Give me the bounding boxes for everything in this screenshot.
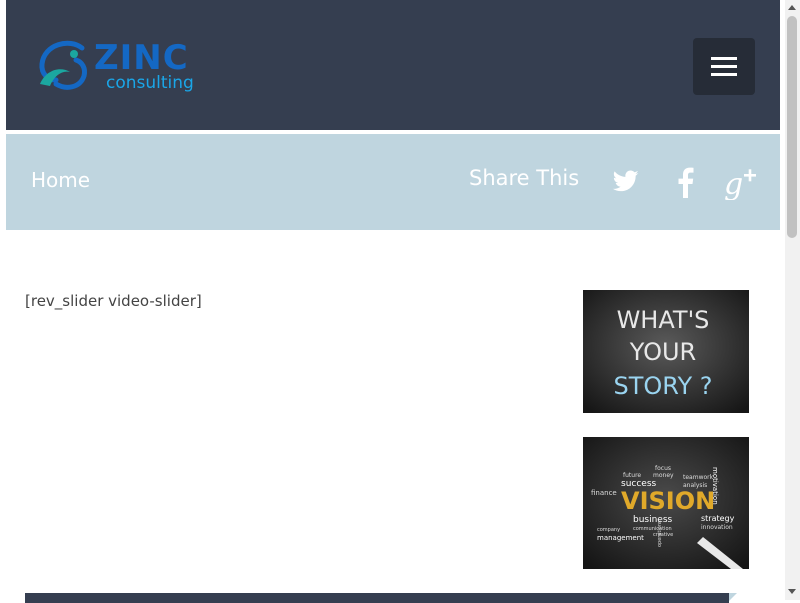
logo-title: ZINC — [94, 38, 189, 78]
scroll-down-arrow-icon[interactable] — [788, 589, 796, 594]
vertical-scrollbar[interactable] — [785, 0, 800, 600]
breadcrumb-home-link[interactable]: Home — [31, 168, 90, 192]
svg-text:teamwork: teamwork — [683, 474, 714, 481]
whats-your-story-image: WHAT'S YOUR STORY ? — [583, 290, 749, 413]
svg-text:operations: operations — [657, 520, 663, 547]
content-bottom-bar — [25, 593, 729, 603]
svg-text:STORY ?: STORY ? — [614, 372, 713, 400]
scroll-up-arrow-icon[interactable] — [788, 5, 796, 10]
svg-text:YOUR: YOUR — [629, 338, 696, 366]
svg-text:business: business — [633, 515, 673, 525]
svg-text:management: management — [597, 534, 644, 542]
svg-text:innovation: innovation — [701, 524, 733, 531]
vision-word-cloud-image: focus future money teamwork analysis suc… — [583, 437, 749, 569]
zinc-consulting-logo[interactable]: ZINC consulting — [36, 38, 206, 96]
vision-thumbnail[interactable]: focus future money teamwork analysis suc… — [583, 437, 749, 569]
breadcrumb-share-bar: Home Share This g — [6, 134, 780, 230]
twitter-icon[interactable] — [611, 168, 641, 194]
svg-text:finance: finance — [591, 489, 617, 497]
svg-text:focus: focus — [655, 465, 671, 472]
logo-tagline: consulting — [106, 73, 194, 93]
svg-text:VISION: VISION — [621, 487, 715, 515]
rev-slider-shortcode-text: [rev_slider video-slider] — [25, 292, 202, 310]
google-plus-icon[interactable]: g — [724, 164, 758, 200]
svg-text:strategy: strategy — [701, 514, 735, 523]
whats-your-story-thumbnail[interactable]: WHAT'S YOUR STORY ? — [583, 290, 749, 413]
svg-text:WHAT'S: WHAT'S — [617, 306, 710, 334]
facebook-icon[interactable] — [676, 166, 694, 198]
svg-text:future: future — [623, 472, 641, 479]
svg-text:money: money — [653, 472, 674, 479]
site-header: ZINC consulting — [6, 0, 780, 130]
share-this-label: Share This — [469, 166, 580, 190]
svg-text:g: g — [724, 167, 743, 200]
svg-text:motivation: motivation — [711, 467, 719, 505]
svg-text:company: company — [597, 527, 620, 533]
scrollbar-thumb[interactable] — [787, 16, 797, 238]
hamburger-menu-button[interactable] — [693, 38, 755, 95]
logo-mark-icon — [39, 40, 87, 90]
